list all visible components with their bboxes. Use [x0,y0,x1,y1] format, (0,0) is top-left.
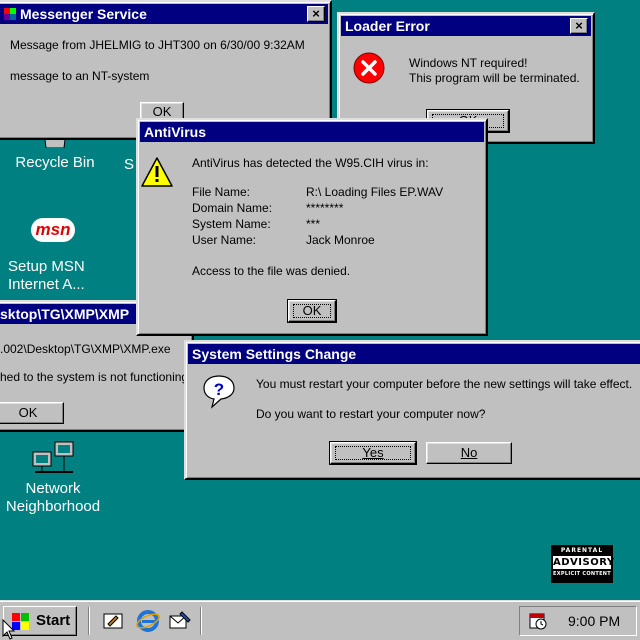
xmp-title: sktop\TG\XMP\XMP [0,306,130,322]
field-value-domain-name: ******** [306,201,344,215]
desktop-icon-label: Network Neighborhood [5,480,101,515]
partial-icon-label: S [124,156,135,173]
settings-line2: Do you want to restart your computer now… [256,407,486,421]
loader-title-bar[interactable]: Loader Error × [341,16,591,36]
settings-title: System Settings Change [192,346,357,362]
messenger-title-bar[interactable]: Messenger Service × [0,4,328,24]
desktop-icon-label: Setup MSN Internet A... [8,258,85,293]
start-label: Start [36,612,71,629]
svg-text:?: ? [214,380,224,399]
xmp-message: hed to the system is not functioning [0,370,189,384]
loader-line2: This program will be terminated. [409,71,580,85]
antivirus-window[interactable]: AntiVirus AntiVirus has detected the W95… [136,118,488,336]
field-label-file-name: File Name: [192,185,251,199]
windows-flag-icon [4,8,16,20]
scheduler-icon[interactable] [528,611,548,631]
close-button[interactable]: × [570,18,588,34]
xmp-ok-button[interactable]: OK [0,402,64,424]
messenger-line1: Message from JHELMIG to JHT300 on 6/30/0… [10,38,305,52]
settings-no-button[interactable]: No [426,442,512,464]
close-button[interactable]: × [307,6,325,22]
antivirus-headline: AntiVirus has detected the W95.CIH virus… [192,156,429,170]
quick-launch-divider [88,607,90,635]
field-label-system-name: System Name: [192,217,271,231]
msn-logo: msn [30,218,76,242]
question-icon: ? [203,375,235,409]
xmp-path: .002\Desktop\TG\XMP\XMP.exe [0,342,171,356]
network-icon [32,441,74,473]
messenger-line2: message to an NT-system [10,69,150,83]
settings-title-bar[interactable]: System Settings Change [188,344,640,364]
desktop-icon-label: Recycle Bin [15,154,95,171]
antivirus-ok-button[interactable]: OK [287,299,337,323]
system-tray: 9:00 PM [519,606,637,636]
internet-explorer-icon[interactable] [136,609,160,633]
field-label-domain-name: Domain Name: [192,201,273,215]
parental-advisory-logo: PARENTAL ADVISORY EXPLICIT CONTENT [551,545,614,583]
messenger-title: Messenger Service [20,6,147,22]
taskbar-divider [200,607,202,635]
field-label-user-name: User Name: [192,233,257,247]
show-desktop-icon[interactable] [102,610,124,632]
antivirus-title: AntiVirus [144,124,206,140]
desktop: Recycle Bin S msn Setup MSN Internet A..… [0,0,640,600]
outlook-express-icon[interactable] [168,610,192,632]
loader-title: Loader Error [345,18,430,34]
field-value-system-name: *** [306,217,321,231]
settings-line1: You must restart your computer before th… [256,377,633,391]
field-value-user-name: Jack Monroe [306,233,375,247]
desktop-icon-setup-msn[interactable]: msn Setup MSN Internet A... [0,218,106,294]
taskbar: Start 9:00 PM [0,600,640,640]
antivirus-footer: Access to the file was denied. [192,264,351,278]
field-value-file-name: R:\ Loading Files EP.WAV [306,185,444,199]
settings-yes-button[interactable]: Yes [329,441,417,465]
mouse-cursor-icon [2,619,16,640]
clock[interactable]: 9:00 PM [568,607,620,635]
warning-icon [141,157,173,187]
system-settings-change-window[interactable]: System Settings Change ? You must restar… [184,340,640,480]
error-icon [353,52,385,84]
antivirus-title-bar[interactable]: AntiVirus [140,122,484,142]
desktop-icon-network-neighborhood[interactable]: Network Neighborhood [0,440,106,516]
loader-line1: Windows NT required! [409,56,528,70]
msn-icon: msn [28,218,78,248]
